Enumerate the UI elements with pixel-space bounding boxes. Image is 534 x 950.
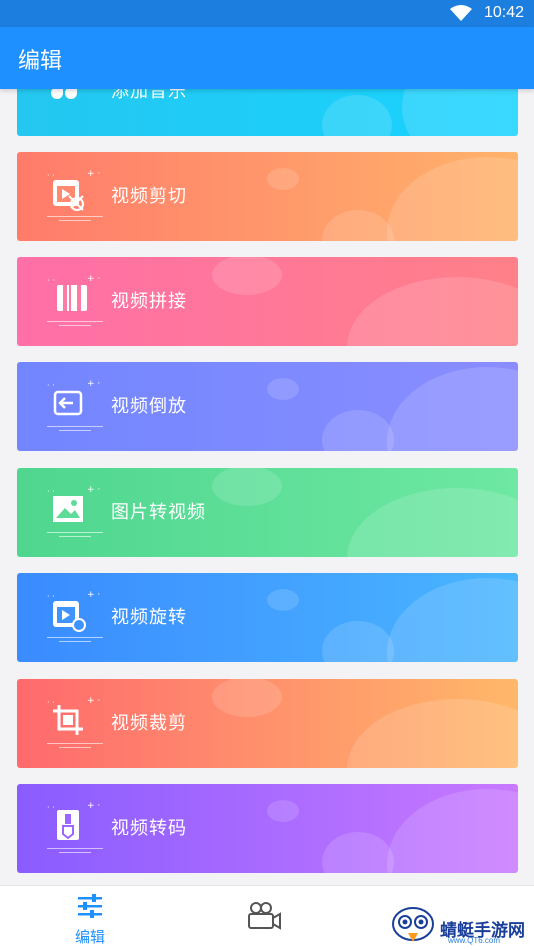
page-title: 编辑 (18, 49, 63, 74)
card-label: 视频拼接 (111, 291, 187, 312)
svg-text:· ·: · · (47, 171, 55, 180)
card-video-reverse[interactable]: · · + · 视频倒放 (17, 362, 518, 451)
card-video-merge[interactable]: · · + · 视频拼接 (17, 257, 518, 346)
card-label: 视频旋转 (111, 607, 187, 628)
nav-tab-video[interactable] (244, 900, 290, 936)
video-rotate-icon: · · + · (47, 589, 107, 647)
svg-text:+ ·: + · (87, 801, 100, 811)
dragonfly-logo-icon (392, 907, 434, 942)
video-merge-icon: · · + · (47, 273, 107, 331)
video-transcode-icon: · · + · (47, 800, 107, 858)
wifi-icon (450, 5, 472, 21)
card-video-transcode[interactable]: · · + · 视频转码 (17, 784, 518, 873)
svg-text:· ·: · · (47, 592, 55, 601)
video-crop-icon: · · + · (47, 695, 107, 753)
card-video-cut[interactable]: · · + · 视频剪切 (17, 152, 518, 241)
video-camera-icon (248, 902, 281, 930)
svg-text:+ ·: + · (87, 696, 100, 706)
svg-text:+ ·: + · (87, 590, 100, 600)
sliders-icon (78, 894, 102, 918)
svg-text:+ ·: + · (87, 485, 100, 495)
video-reverse-icon: · · + · (47, 378, 107, 436)
nav-tab-edit-label: 编辑 (74, 928, 105, 946)
card-video-rotate[interactable]: · · + · 视频旋转 (17, 573, 518, 662)
card-label: 视频倒放 (111, 396, 187, 417)
nav-tab-edit[interactable]: 编辑 (60, 894, 120, 946)
card-label: 图片转视频 (111, 502, 206, 523)
svg-text:+ ·: + · (87, 169, 100, 179)
svg-text:· ·: · · (47, 698, 55, 707)
app-bar: 编辑 (0, 27, 534, 89)
status-bar: 10:42 (0, 0, 534, 27)
watermark-url: www.QT6.com (448, 936, 501, 945)
video-cut-icon: · · + · (47, 168, 107, 226)
svg-text:· ·: · · (47, 381, 55, 390)
card-label: 视频转码 (111, 818, 187, 839)
card-label: 添加音乐 (111, 89, 187, 102)
music-notes-icon (47, 89, 107, 121)
card-video-crop[interactable]: · · + · 视频裁剪 (17, 679, 518, 768)
watermark-logo: 蜻蜓手游网 www.QT6.com (388, 900, 534, 949)
svg-text:+ ·: + · (87, 379, 100, 389)
svg-text:· ·: · · (47, 803, 55, 812)
card-add-music[interactable]: 添加音乐 (17, 89, 518, 136)
image-to-video-icon: · · + · (47, 484, 107, 542)
svg-text:+ ·: + · (87, 274, 100, 284)
feature-list[interactable]: 添加音乐 · · + · 视频剪切 · · + · 视频拼接 · · + · 视… (0, 89, 534, 885)
svg-text:· ·: · · (47, 276, 55, 285)
status-time: 10:42 (483, 4, 524, 21)
card-label: 视频剪切 (111, 186, 187, 207)
card-label: 视频裁剪 (111, 713, 187, 734)
card-image-to-video[interactable]: · · + · 图片转视频 (17, 468, 518, 557)
svg-text:· ·: · · (47, 487, 55, 496)
